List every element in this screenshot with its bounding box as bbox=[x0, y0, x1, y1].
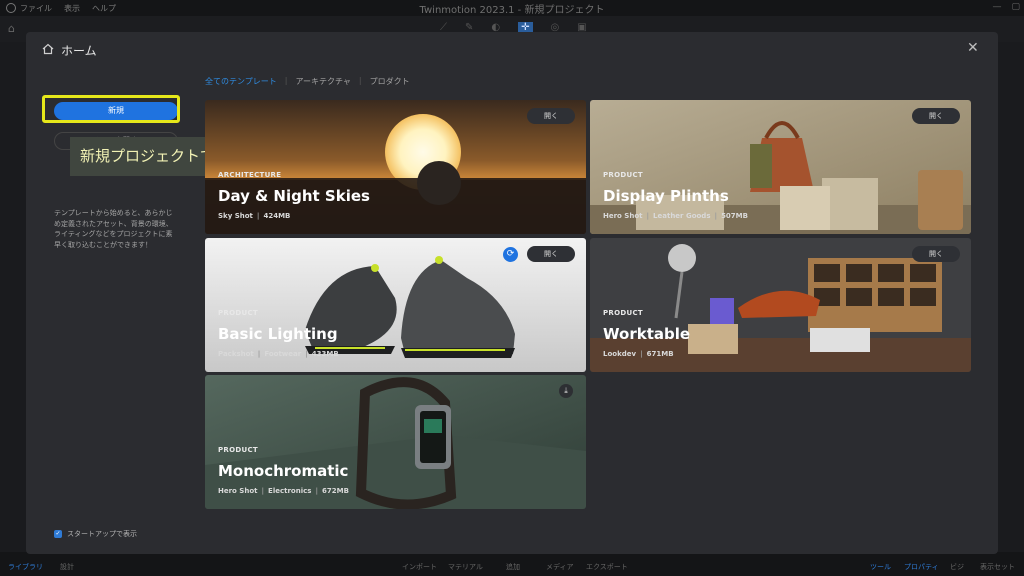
dock-display-set[interactable]: 表示セット bbox=[980, 562, 1015, 572]
checkbox-checked-icon[interactable]: ✓ bbox=[54, 530, 62, 538]
tab-all-templates[interactable]: 全てのテンプレート bbox=[205, 76, 281, 87]
card-category: PRODUCT bbox=[603, 309, 643, 317]
modal-header: ホーム ✕ bbox=[26, 32, 998, 68]
home-modal: ホーム ✕ 新規 シーンを開く 新規プロジェクトで開始 テンプレートから始めると… bbox=[26, 32, 998, 554]
window-controls: — ▢ bbox=[992, 2, 1020, 12]
startup-label: スタートアップで表示 bbox=[67, 530, 137, 538]
card-meta-item: Lookdev bbox=[603, 350, 637, 358]
card-meta-size: 671MB bbox=[646, 350, 674, 358]
card-category: PRODUCT bbox=[218, 446, 258, 454]
card-meta: Lookdev | 671MB bbox=[603, 350, 674, 358]
card-meta-size: 424MB bbox=[263, 212, 291, 220]
card-title: Worktable bbox=[603, 325, 691, 343]
card-meta-item: Leather Goods bbox=[653, 212, 711, 220]
card-meta-item: Hero Shot bbox=[603, 212, 643, 220]
card-meta-size: 507MB bbox=[721, 212, 748, 220]
card-category: PRODUCT bbox=[218, 309, 258, 317]
tab-divider: | bbox=[358, 76, 362, 85]
tab-product[interactable]: プロダクト bbox=[366, 76, 414, 87]
dock-add[interactable]: 追加 bbox=[506, 562, 520, 572]
card-meta-size: 672MB bbox=[322, 487, 349, 495]
card-meta: Hero Shot | Leather Goods | 507MB bbox=[603, 212, 748, 220]
card-meta-item: Electronics bbox=[268, 487, 312, 495]
card-meta: Packshot | Footwear | 433MB bbox=[218, 350, 339, 358]
template-description: テンプレートから始めると、あらかじめ定義されたアセット、背景の環境、ライティング… bbox=[54, 209, 173, 249]
home-icon[interactable]: ⌂ bbox=[8, 22, 15, 35]
template-card-monochromatic[interactable]: PRODUCT Monochromatic Hero Shot | Electron… bbox=[205, 375, 586, 509]
template-card-day-night-skies[interactable]: ARCHITECTURE Day & Night Skies Sky Shot |… bbox=[205, 100, 586, 234]
app-menubar: ファイル 表示 ヘルプ Twinmotion 2023.1 - 新規プロジェクト… bbox=[0, 0, 1024, 16]
card-category: PRODUCT bbox=[603, 171, 643, 179]
card-meta: Hero Shot | Electronics | 672MB bbox=[218, 487, 349, 495]
card-meta-item: Hero Shot bbox=[218, 487, 258, 495]
card-meta-item: Packshot bbox=[218, 350, 254, 358]
open-button[interactable]: 開く bbox=[527, 108, 575, 124]
template-card-basic-lighting[interactable]: PRODUCT Basic Lighting Packshot | Footwear… bbox=[205, 238, 586, 372]
card-title: Basic Lighting bbox=[218, 325, 338, 343]
tab-architecture[interactable]: アーキテクチャ bbox=[291, 76, 354, 87]
dock-visibility[interactable]: ビジ bbox=[950, 562, 964, 572]
home-icon bbox=[42, 43, 54, 55]
card-title: Monochromatic bbox=[218, 462, 349, 480]
dock-design[interactable]: 設計 bbox=[60, 562, 74, 572]
card-meta-size: 433MB bbox=[311, 350, 339, 358]
window-title: Twinmotion 2023.1 - 新規プロジェクト bbox=[419, 4, 605, 16]
card-category: ARCHITECTURE bbox=[218, 171, 282, 179]
tab-divider: | bbox=[284, 76, 288, 85]
dock-library[interactable]: ライブラリ bbox=[8, 562, 43, 572]
startup-checkbox[interactable]: ✓ スタートアップで表示 bbox=[54, 529, 137, 539]
bottom-dock: ライブラリ 設計 インポート マテリアル 追加 メディア エクスポート ツール … bbox=[0, 552, 1024, 576]
template-card-display-plinths[interactable]: PRODUCT Display Plinths Hero Shot | Leathe… bbox=[590, 100, 971, 234]
minimize-icon[interactable]: — bbox=[992, 2, 1001, 12]
dock-properties[interactable]: プロパティ bbox=[904, 562, 939, 572]
maximize-icon[interactable]: ▢ bbox=[1011, 2, 1020, 12]
card-meta: Sky Shot | 424MB bbox=[218, 212, 291, 220]
dock-media[interactable]: メディア bbox=[546, 562, 574, 572]
highlight-frame bbox=[42, 95, 180, 123]
open-button[interactable]: 開く bbox=[527, 246, 575, 262]
dock-material[interactable]: マテリアル bbox=[448, 562, 483, 572]
card-title: Day & Night Skies bbox=[218, 187, 370, 205]
template-card-worktable[interactable]: PRODUCT Worktable Lookdev | 671MB 開く bbox=[590, 238, 971, 372]
open-button[interactable]: 開く bbox=[912, 246, 960, 262]
close-icon[interactable]: ✕ bbox=[967, 40, 979, 56]
card-meta-item: Sky Shot bbox=[218, 212, 253, 220]
dock-import[interactable]: インポート bbox=[402, 562, 437, 572]
dock-tools[interactable]: ツール bbox=[870, 562, 891, 572]
card-title: Display Plinths bbox=[603, 187, 729, 205]
open-button[interactable]: 開く bbox=[912, 108, 960, 124]
download-icon[interactable]: ⤓ bbox=[559, 384, 573, 398]
dock-export[interactable]: エクスポート bbox=[586, 562, 628, 572]
card-meta-item: Footwear bbox=[264, 350, 302, 358]
sync-icon[interactable]: ⟳ bbox=[503, 247, 518, 262]
modal-title: ホーム bbox=[61, 44, 97, 58]
template-tabs: 全てのテンプレート | アーキテクチャ | プロダクト bbox=[205, 76, 414, 87]
